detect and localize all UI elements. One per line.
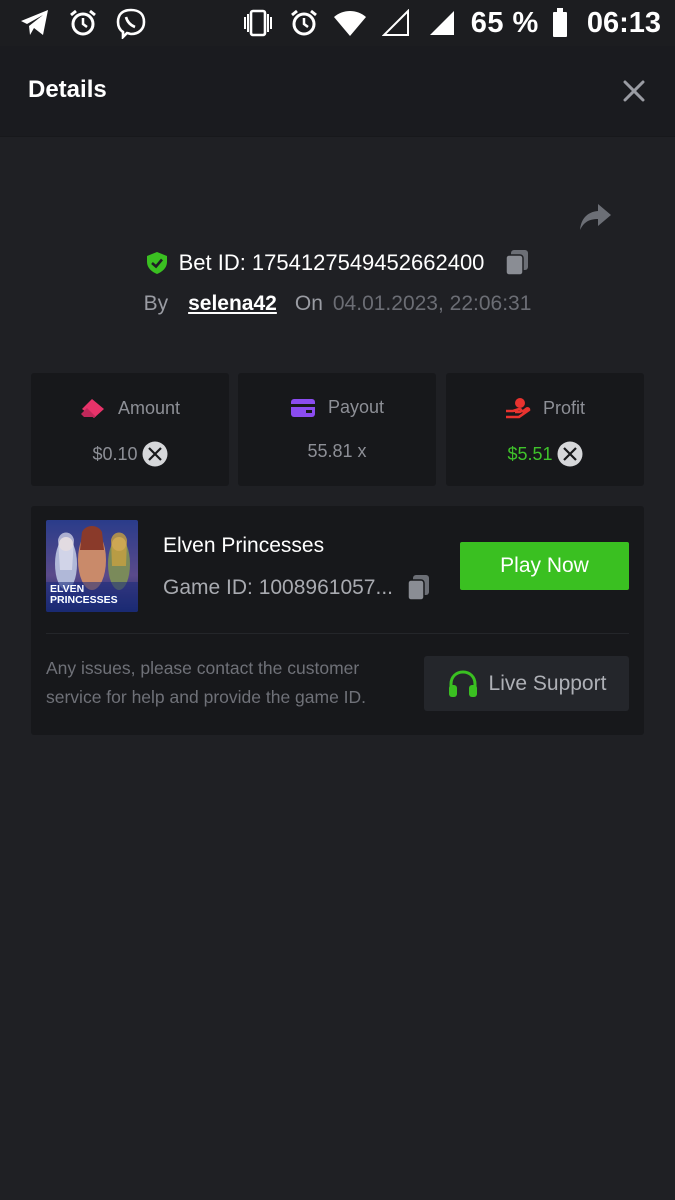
copy-game-id-button[interactable] — [407, 574, 431, 602]
hand-coin-icon — [505, 398, 531, 419]
payout-value: 55.81 x — [307, 441, 367, 461]
payout-label: Payout — [327, 397, 385, 417]
vibrate-icon — [241, 6, 275, 40]
alarm-icon — [66, 6, 100, 40]
card-icon — [290, 398, 315, 417]
details-header: Details — [0, 46, 675, 137]
bet-ticket-icon — [80, 399, 104, 418]
xrp-coin-icon — [142, 441, 168, 467]
status-bar-right: 65 % 06:13 — [241, 6, 661, 40]
headset-icon — [448, 669, 477, 697]
game-id-row: Game ID: 1008961057... — [163, 574, 431, 602]
signal-empty-icon — [379, 6, 413, 40]
amount-value-row: $0.10 — [31, 441, 229, 467]
game-id: Game ID: 1008961057... — [163, 576, 393, 599]
xrp-coin-icon — [557, 441, 583, 467]
bet-id-row: Bet ID: 1754127549452662400 — [0, 246, 675, 280]
battery-percent: 65 % — [470, 6, 539, 39]
game-thumbnail-title: ELVEN PRINCESSES — [50, 583, 118, 606]
viber-icon — [114, 6, 148, 40]
status-bar-left — [18, 6, 148, 40]
game-panel: ELVEN PRINCESSES Elven Princesses Game I… — [31, 506, 644, 735]
payout-card: Payout 55.81 x — [238, 373, 436, 486]
by-label: By — [143, 292, 169, 315]
profit-value: $5.51 — [507, 443, 553, 464]
profit-header: Profit — [446, 397, 644, 419]
payout-header: Payout — [238, 397, 436, 418]
live-support-button[interactable]: Live Support — [424, 656, 629, 711]
divider — [46, 633, 629, 634]
amount-header: Amount — [31, 397, 229, 419]
amount-card: Amount $0.10 — [31, 373, 229, 486]
status-bar: 65 % 06:13 — [0, 0, 675, 46]
close-icon — [623, 80, 645, 102]
share-icon — [580, 204, 611, 230]
close-button[interactable] — [621, 78, 647, 104]
telegram-icon — [18, 6, 52, 40]
play-now-button[interactable]: Play Now — [460, 542, 629, 590]
copy-bet-id-button[interactable] — [504, 249, 530, 277]
wifi-icon — [333, 6, 367, 40]
payout-value-row: 55.81 x — [238, 441, 436, 462]
profit-label: Profit — [542, 397, 585, 418]
page-title: Details — [28, 76, 107, 103]
amount-value: $0.10 — [92, 443, 138, 464]
battery-icon — [551, 6, 569, 40]
on-label: On — [294, 292, 323, 315]
copy-icon — [505, 250, 529, 276]
profit-card: Profit $5.51 — [446, 373, 644, 486]
game-name: Elven Princesses — [163, 534, 325, 557]
alarm-icon — [287, 6, 321, 40]
game-thumbnail[interactable]: ELVEN PRINCESSES — [46, 520, 138, 612]
clock: 06:13 — [586, 6, 661, 39]
bet-date: 04.01.2023, 22:06:31 — [332, 292, 532, 315]
username-link[interactable]: selena42 — [188, 292, 277, 316]
bet-id: Bet ID: 1754127549452662400 — [178, 250, 485, 275]
signal-icon — [425, 6, 459, 40]
shield-check-icon — [146, 252, 167, 274]
amount-label: Amount — [117, 397, 181, 418]
share-button[interactable] — [578, 202, 612, 232]
live-support-label: Live Support — [488, 671, 607, 695]
profit-value-row: $5.51 — [446, 441, 644, 467]
support-note: Any issues, please contact the customer … — [46, 658, 367, 707]
bet-stats: Amount $0.10 Payout 55.81 x Profit $5.51 — [31, 373, 644, 486]
bet-meta-row: By selena42 On 04.01.2023, 22:06:31 — [0, 288, 675, 320]
copy-icon — [407, 575, 429, 601]
